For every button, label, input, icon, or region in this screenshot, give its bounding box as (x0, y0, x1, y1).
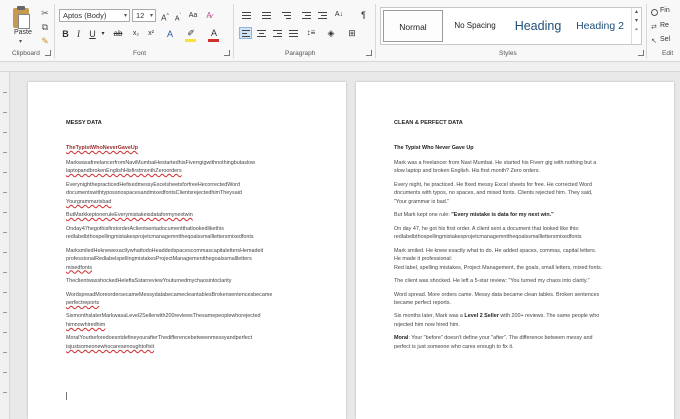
line-spacing-icon[interactable]: ↕≡ (305, 27, 317, 39)
select-icon[interactable]: ↖ (651, 38, 658, 45)
paste-label: Paste (14, 29, 32, 36)
font-size-select[interactable]: 12 ▾ (132, 9, 156, 22)
page-messy[interactable]: MESSY DATA TheTypistWhoNeverGaveUp Markw… (28, 82, 346, 419)
underline-button[interactable]: U (88, 28, 97, 40)
decrease-indent-button[interactable] (300, 9, 313, 21)
page-heading-clean: CLEAN & PERFECT DATA (394, 120, 463, 126)
align-left-button[interactable] (239, 27, 252, 39)
sort-icon[interactable]: A↓ (334, 9, 344, 21)
page-heading-messy: MESSY DATA (66, 120, 102, 126)
messy-paragraph: MarkwasafreelancerfromNaviMumbaiHestarte… (66, 159, 256, 175)
numbering-button[interactable] (260, 9, 273, 21)
shading-icon[interactable]: ◈ (325, 27, 337, 39)
justify-button[interactable] (287, 27, 300, 39)
clear-formatting-icon[interactable]: A̷ (204, 10, 214, 22)
replace-icon[interactable]: ⇄ (651, 24, 658, 31)
font-color-icon[interactable]: A (208, 27, 220, 39)
styles-launcher-icon[interactable] (638, 50, 644, 56)
messy-body: TheTypistWhoNeverGaveUp Markwasafreelanc… (66, 144, 316, 356)
borders-icon[interactable]: ⊞ (346, 27, 358, 39)
clean-paragraph: On day 47, he got his first order. A cli… (394, 225, 582, 241)
styles-scroll[interactable]: ▴ ▾ ⩡ (631, 8, 641, 44)
clean-paragraph: Mark smiled. He knew exactly what to do.… (394, 247, 603, 271)
clean-paragraph: But Mark kept one rule: "Every mistake i… (394, 212, 554, 219)
text-effects-icon[interactable]: A (164, 28, 176, 40)
vertical-ruler[interactable] (0, 72, 10, 419)
paste-dropdown-icon[interactable]: ▾ (19, 38, 22, 45)
replace-button[interactable]: Re (660, 22, 669, 29)
paragraph-group-label: Paragraph (285, 50, 316, 57)
subscript-button[interactable]: x₂ (130, 28, 142, 40)
styles-gallery: Normal No Spacing Heading Heading 2 ▴ ▾ ⩡ (380, 7, 642, 45)
style-normal[interactable]: Normal (383, 10, 443, 42)
bold-button[interactable]: B (61, 28, 70, 40)
italic-button[interactable]: I (74, 28, 83, 40)
align-center-button[interactable] (255, 27, 268, 39)
messy-paragraph: MoralYourbeforedoesntdefineyourafterThed… (66, 335, 253, 351)
font-group-label: Font (133, 50, 147, 57)
styles-group-label: Styles (499, 50, 517, 57)
clean-paragraph: The client was shocked. He left a 5-star… (394, 278, 590, 285)
messy-paragraph: MarksmiledHeknewexactlywhattodoHeaddedsp… (66, 247, 264, 271)
messy-paragraph: ButMarkkeptoneruleEverymistakeisdataform… (66, 212, 193, 219)
shrink-font-icon[interactable]: Aˇ (173, 10, 183, 22)
increase-indent-button[interactable] (316, 9, 329, 21)
font-launcher-icon[interactable] (224, 50, 230, 56)
copy-icon[interactable]: ⧉ (40, 22, 50, 32)
underline-dropdown-icon[interactable]: ▾ (100, 28, 106, 40)
change-case-icon[interactable]: Aa (188, 10, 198, 22)
messy-paragraph: TheclientwasshockedHeleftaSstarreviewYou… (66, 278, 232, 285)
find-button[interactable]: Fin (660, 7, 670, 14)
format-painter-icon[interactable]: ✎ (40, 36, 50, 46)
clean-paragraph: Word spread. More orders came. Messy dat… (394, 291, 600, 307)
chevron-down-icon: ▾ (123, 13, 127, 19)
font-name-select[interactable]: Aptos (Body) ▾ (59, 9, 130, 22)
clean-body: The Typist Who Never Gave Up Mark was a … (394, 144, 644, 356)
messy-paragraph: WordspreadMoreordersecameMessydatabecame… (66, 291, 273, 307)
story-title-clean: The Typist Who Never Gave Up (394, 145, 474, 151)
multilevel-list-button[interactable] (280, 9, 293, 21)
clean-paragraph: Six months later, Mark was a Level 2 Sel… (394, 313, 600, 329)
cut-icon[interactable]: ✂ (40, 8, 50, 18)
style-heading-2[interactable]: Heading 2 (571, 10, 629, 42)
superscript-button[interactable]: x² (145, 28, 157, 40)
grow-font-icon[interactable]: A^ (160, 10, 170, 23)
style-no-spacing[interactable]: No Spacing (445, 10, 505, 42)
page-clean[interactable]: CLEAN & PERFECT DATA The Typist Who Neve… (356, 82, 674, 419)
text-cursor (66, 392, 67, 400)
find-icon[interactable] (651, 9, 658, 16)
horizontal-ruler[interactable] (0, 62, 680, 72)
align-right-button[interactable] (271, 27, 284, 39)
strikethrough-button[interactable]: ab (111, 28, 125, 40)
messy-paragraph: SixmonthslaterMarkwasaLevel2Sellerwith20… (66, 313, 261, 329)
highlight-icon[interactable]: ✐ (185, 27, 197, 39)
clean-paragraph: Mark was a freelancer from Navi Mumbai. … (394, 159, 597, 175)
ribbon: Paste ▾ ✂ ⧉ ✎ Clipboard Aptos (Body) ▾ 12… (0, 0, 680, 62)
show-marks-icon[interactable]: ¶ (359, 9, 368, 21)
clean-paragraph: Every night, he practiced. He fixed mess… (394, 181, 593, 205)
select-button[interactable]: Sel (660, 36, 670, 43)
story-title-messy: TheTypistWhoNeverGaveUp (66, 145, 139, 151)
style-heading[interactable]: Heading (507, 10, 569, 42)
clean-paragraph: Moral: Your "before" doesn't define your… (394, 335, 593, 351)
clipboard-launcher-icon[interactable] (45, 50, 51, 56)
clipboard-group-label: Clipboard (12, 50, 40, 57)
paragraph-launcher-icon[interactable] (366, 50, 372, 56)
editing-group-label: Edit (662, 50, 674, 57)
messy-paragraph: EverynighthepracticedHefixedmessyExcelsh… (66, 181, 242, 205)
messy-paragraph: Onday47hegothisfirstorderAclientsentadoc… (66, 225, 254, 241)
bullets-button[interactable] (240, 9, 253, 21)
chevron-down-icon: ▾ (149, 13, 153, 19)
